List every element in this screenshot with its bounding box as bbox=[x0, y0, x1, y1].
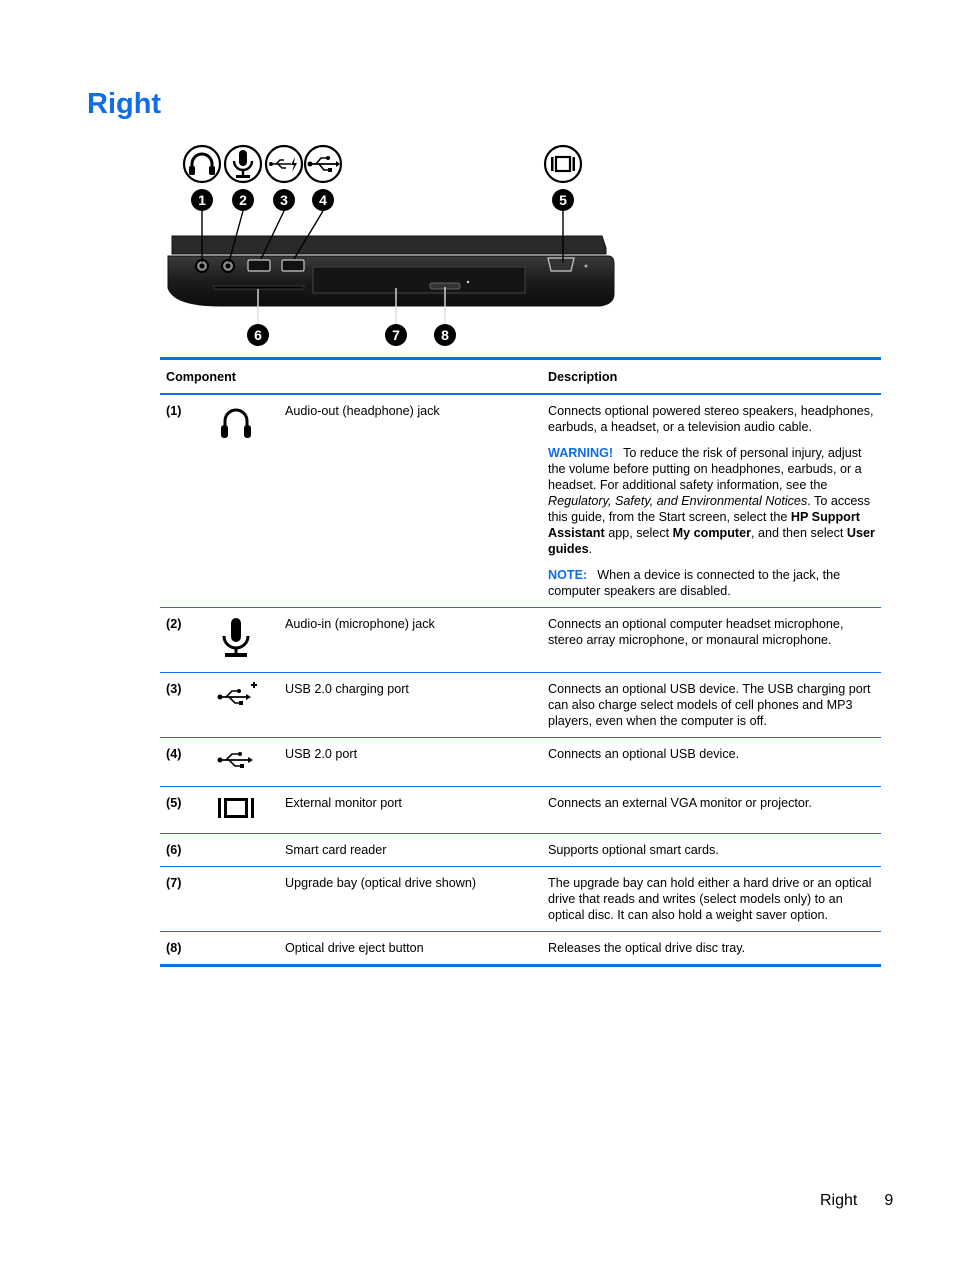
description-text: Connects an optional USB device. bbox=[548, 747, 740, 761]
external-monitor-icon bbox=[216, 798, 256, 824]
microphone-icon bbox=[216, 618, 256, 663]
description-text: Connects an optional computer headset mi… bbox=[548, 617, 844, 647]
component-name: USB 2.0 port bbox=[285, 747, 358, 761]
callout-3: 3 bbox=[273, 189, 295, 211]
svg-text:2: 2 bbox=[239, 192, 247, 208]
page-footer: Right 9 bbox=[820, 1192, 893, 1210]
table-row: (7) Upgrade bay (optical drive shown) The … bbox=[160, 867, 881, 932]
component-number: (2) bbox=[166, 617, 182, 631]
description-text: Connects optional powered stereo speaker… bbox=[548, 404, 874, 434]
component-description: Supports optional smart cards. bbox=[542, 834, 881, 867]
component-icon-cell bbox=[210, 787, 279, 834]
component-description: Connects an optional USB device. bbox=[542, 738, 881, 787]
warning-label: WARNING! bbox=[548, 446, 614, 460]
page-title: Right bbox=[87, 88, 162, 120]
components-table: Component Description (1) Audio-out (head… bbox=[160, 357, 881, 967]
table-header-row: Component Description bbox=[160, 358, 881, 394]
component-icon-cell bbox=[210, 867, 279, 932]
description-text: Connects an external VGA monitor or proj… bbox=[548, 796, 812, 810]
svg-text:7: 7 bbox=[392, 327, 400, 343]
svg-text:1: 1 bbox=[198, 192, 206, 208]
laptop-right-side-figure: 1 2 3 4 5 6 7 8 bbox=[167, 144, 615, 346]
table-row: (6) Smart card reader Supports optional sm… bbox=[160, 834, 881, 867]
callout-1: 1 bbox=[191, 189, 213, 211]
component-number: (3) bbox=[166, 682, 182, 696]
laptop-side-view bbox=[167, 235, 615, 307]
component-description: Connects an optional computer headset mi… bbox=[542, 608, 881, 673]
component-description: Connects optional powered stereo speaker… bbox=[542, 394, 881, 608]
svg-text:5: 5 bbox=[559, 192, 567, 208]
usb-icon bbox=[216, 752, 258, 777]
component-number: (8) bbox=[166, 941, 182, 955]
component-name: Audio-in (microphone) jack bbox=[285, 617, 435, 631]
footer-section: Right bbox=[820, 1192, 858, 1209]
headphone-icon bbox=[216, 408, 256, 444]
component-icon-cell bbox=[210, 394, 279, 608]
component-description: Connects an optional USB device. The USB… bbox=[542, 673, 881, 738]
note-text: NOTE: When a device is connected to the j… bbox=[548, 568, 841, 598]
callout-2: 2 bbox=[232, 189, 254, 211]
component-name: Audio-out (headphone) jack bbox=[285, 404, 440, 418]
svg-text:8: 8 bbox=[441, 327, 449, 343]
component-number: (6) bbox=[166, 843, 182, 857]
callout-5: 5 bbox=[552, 189, 574, 211]
header-description: Description bbox=[548, 370, 618, 384]
callout-7: 7 bbox=[385, 324, 407, 346]
component-number: (5) bbox=[166, 796, 182, 810]
table-row: (2) Audio-in (microphone) jack Connects an… bbox=[160, 608, 881, 673]
svg-text:6: 6 bbox=[254, 327, 262, 343]
usb-icon bbox=[303, 144, 343, 184]
svg-text:4: 4 bbox=[319, 192, 327, 208]
component-name: Optical drive eject button bbox=[285, 941, 424, 955]
description-text: Releases the optical drive disc tray. bbox=[548, 941, 746, 955]
table-row: (4) USB 2.0 port Connects an optional USB … bbox=[160, 738, 881, 787]
component-icon-cell bbox=[210, 608, 279, 673]
component-number: (7) bbox=[166, 876, 182, 890]
component-description: Releases the optical drive disc tray. bbox=[542, 932, 881, 966]
callout-6: 6 bbox=[247, 324, 269, 346]
description-text: Connects an optional USB device. The USB… bbox=[548, 682, 871, 728]
component-name: Upgrade bay (optical drive shown) bbox=[285, 876, 477, 890]
warning-text: WARNING! To reduce the risk of personal i… bbox=[548, 446, 875, 556]
component-icon-cell bbox=[210, 673, 279, 738]
component-name: USB 2.0 charging port bbox=[285, 682, 409, 696]
component-icon-cell bbox=[210, 834, 279, 867]
component-number: (1) bbox=[166, 404, 182, 418]
usb-charging-icon bbox=[264, 144, 304, 184]
table-row: (8) Optical drive eject button Releases th… bbox=[160, 932, 881, 966]
callout-4: 4 bbox=[312, 189, 334, 211]
component-icon-cell bbox=[210, 738, 279, 787]
table-row: (5) External monitor port Connects an exte… bbox=[160, 787, 881, 834]
component-name: External monitor port bbox=[285, 796, 402, 810]
component-description: The upgrade bay can hold either a hard d… bbox=[542, 867, 881, 932]
microphone-icon bbox=[223, 144, 263, 184]
svg-text:3: 3 bbox=[280, 192, 288, 208]
table-row: (3) USB 2.0 charging port Connects an opti… bbox=[160, 673, 881, 738]
description-text: Supports optional smart cards. bbox=[548, 843, 719, 857]
note-label: NOTE: bbox=[548, 568, 588, 582]
component-icon-cell bbox=[210, 932, 279, 966]
component-description: Connects an external VGA monitor or proj… bbox=[542, 787, 881, 834]
component-number: (4) bbox=[166, 747, 182, 761]
page-number: 9 bbox=[884, 1192, 894, 1209]
external-monitor-icon bbox=[543, 144, 583, 184]
description-text: The upgrade bay can hold either a hard d… bbox=[548, 876, 872, 922]
usb-charging-icon bbox=[216, 682, 258, 712]
table-row: (1) Audio-out (headphone) jack Connects op… bbox=[160, 394, 881, 608]
headphone-icon bbox=[182, 144, 222, 184]
callout-8: 8 bbox=[434, 324, 456, 346]
component-name: Smart card reader bbox=[285, 843, 387, 857]
header-component: Component bbox=[166, 370, 236, 384]
